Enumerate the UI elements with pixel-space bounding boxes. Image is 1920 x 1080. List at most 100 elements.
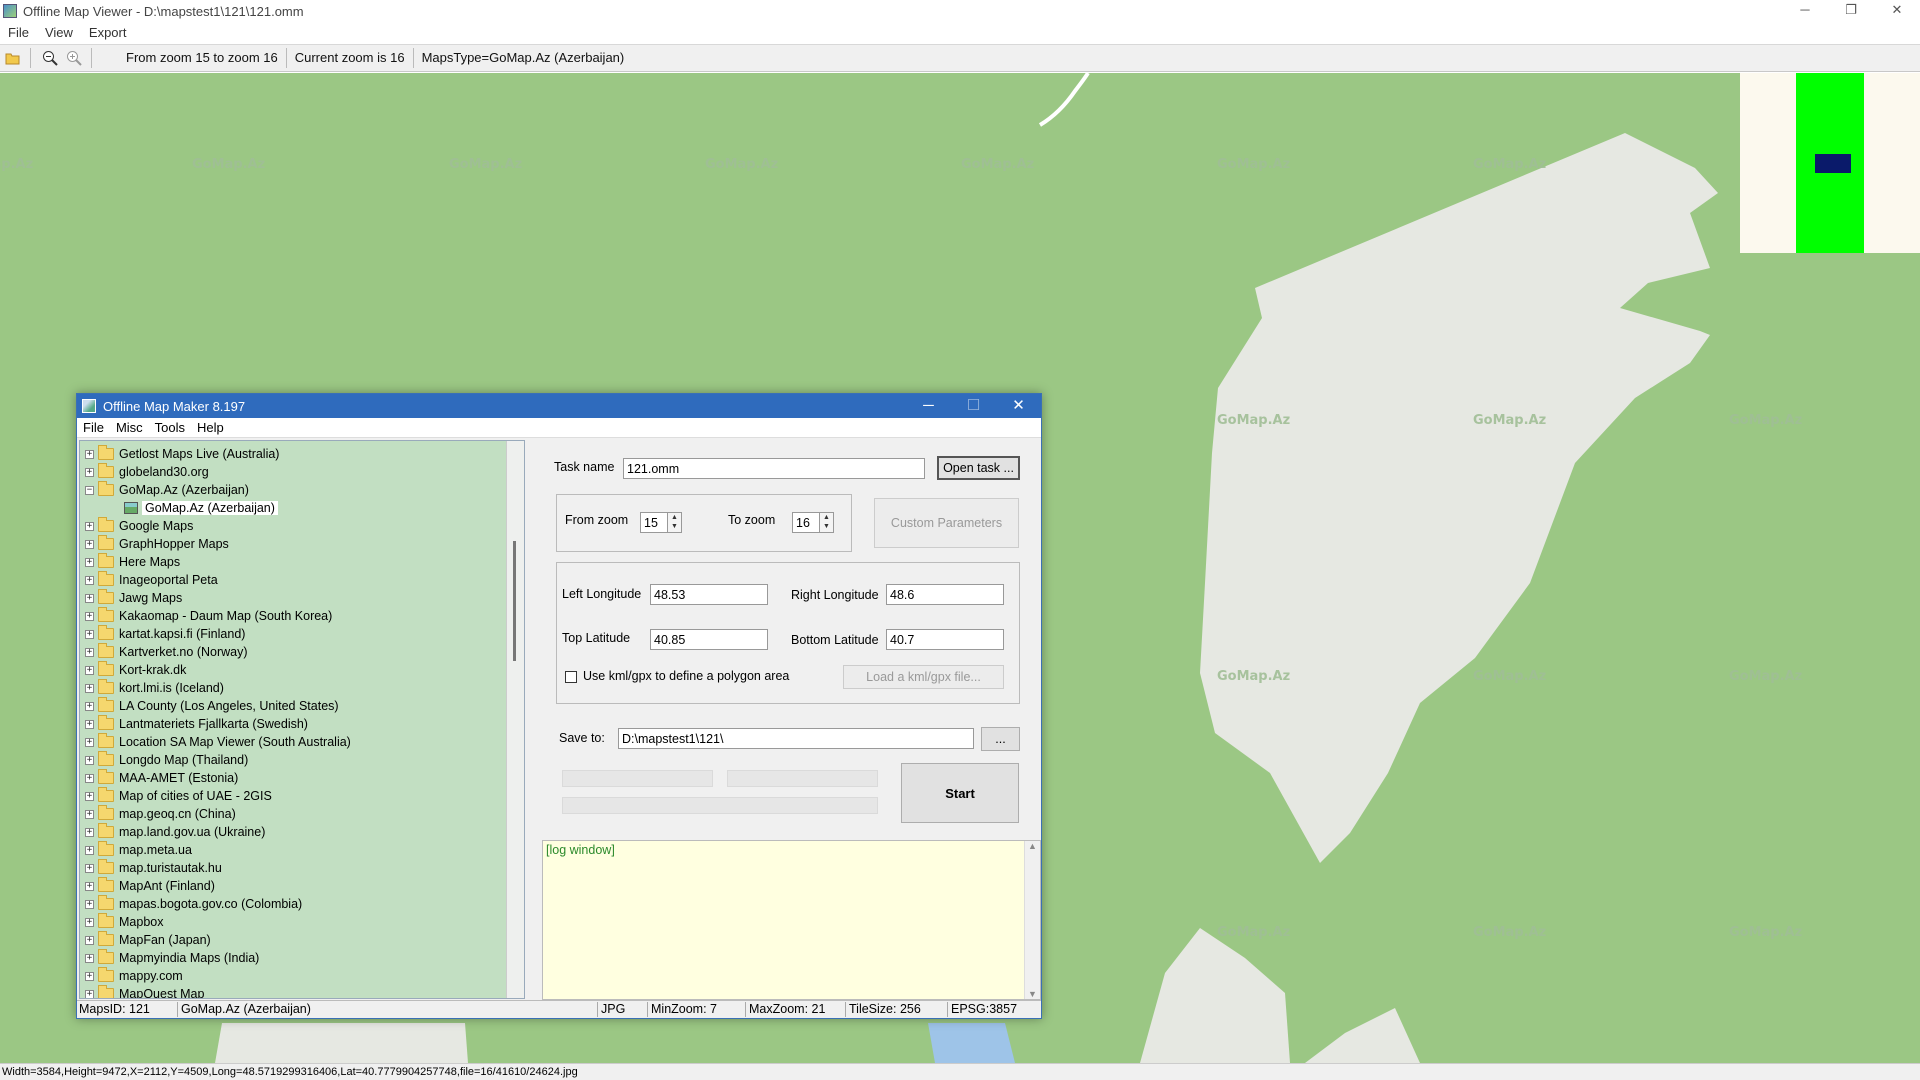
expand-icon[interactable]: +	[85, 665, 94, 675]
top-latitude-field[interactable]	[650, 629, 768, 650]
expand-icon[interactable]: +	[85, 899, 94, 909]
expand-icon[interactable]: +	[85, 755, 94, 765]
expand-icon[interactable]: +	[85, 575, 94, 585]
open-folder-button[interactable]	[2, 47, 24, 69]
collapse-icon[interactable]: −	[85, 485, 94, 495]
tree-folder-item[interactable]: + Kort-krak.dk	[85, 661, 186, 679]
zoom-out-button[interactable]	[39, 47, 61, 69]
expand-icon[interactable]: +	[85, 773, 94, 783]
expand-icon[interactable]: +	[85, 719, 94, 729]
log-window[interactable]: [log window] ▲ ▼	[542, 840, 1041, 1000]
tree-folder-item[interactable]: − GoMap.Az (Azerbaijan)	[85, 481, 249, 499]
expand-icon[interactable]: +	[85, 827, 94, 837]
tree-folder-item[interactable]: + kartat.kapsi.fi (Finland)	[85, 625, 245, 643]
tree-folder-item[interactable]: + Jawg Maps	[85, 589, 182, 607]
tree-folder-item[interactable]: + Map of cities of UAE - 2GIS	[85, 787, 272, 805]
close-button[interactable]: ✕	[1874, 0, 1920, 22]
tree-folder-item[interactable]: + MapFan (Japan)	[85, 931, 211, 949]
tree-folder-item[interactable]: + Longdo Map (Thailand)	[85, 751, 248, 769]
tree-folder-item[interactable]: + Getlost Maps Live (Australia)	[85, 445, 279, 463]
task-name-field[interactable]	[623, 458, 925, 479]
tree-folder-item[interactable]: + Mapbox	[85, 913, 163, 931]
expand-icon[interactable]: +	[85, 935, 94, 945]
load-kml-button[interactable]: Load a kml/gpx file...	[843, 665, 1004, 689]
dialog-menu-misc[interactable]: Misc	[110, 420, 149, 435]
start-button[interactable]: Start	[901, 763, 1019, 823]
expand-icon[interactable]: +	[85, 863, 94, 873]
tree-child-item[interactable]: GoMap.Az (Azerbaijan)	[124, 499, 278, 517]
expand-icon[interactable]: +	[85, 809, 94, 819]
tree-folder-item[interactable]: + LA County (Los Angeles, United States)	[85, 697, 339, 715]
tree-folder-item[interactable]: + globeland30.org	[85, 463, 209, 481]
tree-folder-item[interactable]: + map.meta.ua	[85, 841, 192, 859]
log-scrollbar[interactable]: ▲ ▼	[1024, 841, 1040, 999]
tree-folder-item[interactable]: + MAA-AMET (Estonia)	[85, 769, 238, 787]
dialog-menu-tools[interactable]: Tools	[149, 420, 191, 435]
tree-folder-item[interactable]: + mappy.com	[85, 967, 183, 985]
from-zoom-spinner[interactable]: ▲ ▼	[668, 512, 682, 533]
minimize-button[interactable]: ─	[1782, 0, 1828, 22]
save-to-field[interactable]	[618, 728, 974, 749]
menu-file[interactable]: File	[0, 25, 37, 40]
expand-icon[interactable]: +	[85, 557, 94, 567]
open-task-button[interactable]: Open task ...	[937, 456, 1020, 480]
expand-icon[interactable]: +	[85, 845, 94, 855]
expand-icon[interactable]: +	[85, 467, 94, 477]
right-longitude-field[interactable]	[886, 584, 1004, 605]
tree-folder-item[interactable]: + MapQuest Map	[85, 985, 204, 998]
dialog-menu-help[interactable]: Help	[191, 420, 230, 435]
restore-button[interactable]: ❐	[1828, 0, 1874, 22]
expand-icon[interactable]: +	[85, 611, 94, 621]
dialog-menu-file[interactable]: File	[77, 420, 110, 435]
from-zoom-field[interactable]	[640, 512, 668, 533]
tree-folder-item[interactable]: + map.land.gov.ua (Ukraine)	[85, 823, 265, 841]
expand-icon[interactable]: +	[85, 449, 94, 459]
tree-folder-item[interactable]: + Lantmateriets Fjallkarta (Swedish)	[85, 715, 308, 733]
expand-icon[interactable]: +	[85, 593, 94, 603]
expand-icon[interactable]: +	[85, 737, 94, 747]
expand-icon[interactable]: +	[85, 539, 94, 549]
scroll-up-icon[interactable]: ▲	[1025, 841, 1040, 851]
expand-icon[interactable]: +	[85, 701, 94, 711]
expand-icon[interactable]: +	[85, 521, 94, 531]
expand-icon[interactable]: +	[85, 881, 94, 891]
custom-parameters-button[interactable]: Custom Parameters	[874, 498, 1019, 548]
tree-scrollbar[interactable]	[506, 441, 524, 998]
overview-minimap[interactable]	[1740, 73, 1920, 253]
browse-folder-button[interactable]: ...	[981, 727, 1020, 751]
tree-folder-item[interactable]: + Mapmyindia Maps (India)	[85, 949, 259, 967]
expand-icon[interactable]: +	[85, 683, 94, 693]
dialog-close-button[interactable]: ✕	[996, 394, 1041, 418]
menu-export[interactable]: Export	[81, 25, 135, 40]
overview-viewport[interactable]	[1815, 154, 1851, 173]
tree-folder-item[interactable]: + kort.lmi.is (Iceland)	[85, 679, 224, 697]
dialog-maximize-button[interactable]: ☐	[951, 394, 996, 418]
expand-icon[interactable]: +	[85, 647, 94, 657]
tree-folder-item[interactable]: + Location SA Map Viewer (South Australia…	[85, 733, 351, 751]
map-source-tree[interactable]: + Getlost Maps Live (Australia) + globeland…	[79, 440, 525, 999]
zoom-in-button[interactable]	[63, 47, 85, 69]
tree-folder-item[interactable]: + Kakaomap - Daum Map (South Korea)	[85, 607, 332, 625]
to-zoom-spinner[interactable]: ▲ ▼	[820, 512, 834, 533]
tree-scrollbar-thumb[interactable]	[513, 541, 516, 661]
tree-folder-item[interactable]: + mapas.bogota.gov.co (Colombia)	[85, 895, 302, 913]
tree-folder-item[interactable]: + GraphHopper Maps	[85, 535, 229, 553]
left-longitude-field[interactable]	[650, 584, 768, 605]
expand-icon[interactable]: +	[85, 629, 94, 639]
tree-folder-item[interactable]: + Here Maps	[85, 553, 180, 571]
bottom-latitude-field[interactable]	[886, 629, 1004, 650]
tree-folder-item[interactable]: + Google Maps	[85, 517, 193, 535]
scroll-down-icon[interactable]: ▼	[1025, 989, 1040, 999]
tree-folder-item[interactable]: + MapAnt (Finland)	[85, 877, 215, 895]
tree-folder-item[interactable]: + Inageoportal Peta	[85, 571, 218, 589]
expand-icon[interactable]: +	[85, 917, 94, 927]
expand-icon[interactable]: +	[85, 791, 94, 801]
to-zoom-field[interactable]	[792, 512, 820, 533]
expand-icon[interactable]: +	[85, 989, 94, 998]
tree-folder-item[interactable]: + Kartverket.no (Norway)	[85, 643, 248, 661]
dialog-minimize-button[interactable]: ─	[906, 394, 951, 418]
tree-folder-item[interactable]: + map.turistautak.hu	[85, 859, 222, 877]
use-kml-checkbox[interactable]	[565, 671, 577, 683]
tree-folder-item[interactable]: + map.geoq.cn (China)	[85, 805, 236, 823]
expand-icon[interactable]: +	[85, 953, 94, 963]
